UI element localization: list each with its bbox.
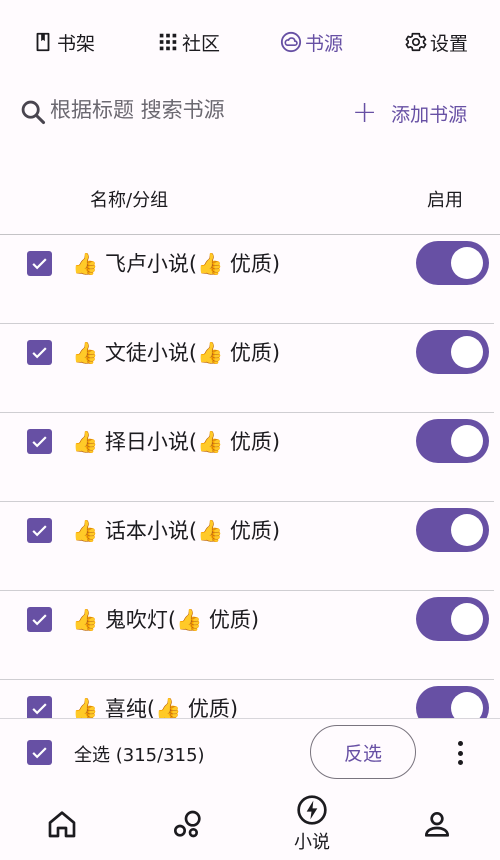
- nav-profile[interactable]: [402, 808, 472, 860]
- list-item[interactable]: 👍 文徒小说(👍 优质): [0, 324, 494, 413]
- list-item[interactable]: 👍 飞卢小说(👍 优质): [0, 235, 494, 324]
- invert-selection-button[interactable]: 反选: [310, 725, 416, 779]
- nav-novel[interactable]: 小说: [277, 794, 347, 860]
- tab-book-source[interactable]: 书源: [280, 22, 343, 62]
- enable-toggle[interactable]: [416, 330, 489, 374]
- check-icon: [32, 614, 47, 626]
- toggle-knob: [451, 692, 483, 718]
- grid-icon: [159, 33, 177, 51]
- toggle-knob: [451, 247, 483, 279]
- add-source-button[interactable]: + 添加书源: [352, 98, 467, 128]
- source-name: 👍 鬼吹灯(👍 优质): [72, 608, 260, 632]
- selection-bar: 全选 (315/315) 反选: [0, 718, 500, 786]
- more-options-icon[interactable]: [448, 737, 472, 769]
- toggle-knob: [451, 425, 483, 457]
- app-screen: 书架 社区 书源 设置 根据标题 搜索书源 + 添加书源 名称/分组 启用 👍 …: [0, 0, 500, 860]
- list-item[interactable]: 👍 喜纯(👍 优质): [0, 680, 494, 718]
- lightning-icon: [297, 795, 327, 825]
- row-checkbox[interactable]: [27, 340, 52, 365]
- add-source-label: 添加书源: [391, 103, 468, 126]
- check-icon: [32, 347, 47, 359]
- enable-toggle[interactable]: [416, 597, 489, 641]
- enable-toggle[interactable]: [416, 241, 489, 285]
- row-checkbox[interactable]: [27, 518, 52, 543]
- tab-book-source-label: 书源: [305, 32, 344, 55]
- home-icon: [48, 811, 76, 838]
- header-enabled: 启用: [427, 190, 463, 211]
- search-icon: [21, 100, 46, 125]
- book-icon: [36, 32, 50, 52]
- list-item[interactable]: 👍 话本小说(👍 优质): [0, 502, 494, 591]
- header-name-group: 名称/分组: [90, 190, 169, 211]
- check-icon: [32, 258, 47, 270]
- tab-settings[interactable]: 设置: [405, 22, 468, 62]
- toggle-knob: [451, 603, 483, 635]
- row-checkbox[interactable]: [27, 696, 52, 718]
- search-row: + 添加书源: [0, 88, 500, 136]
- tab-community-label: 社区: [182, 32, 221, 55]
- check-icon: [32, 525, 47, 537]
- enable-toggle[interactable]: [416, 419, 489, 463]
- source-name: 👍 飞卢小说(👍 优质): [72, 252, 281, 276]
- enable-toggle[interactable]: [416, 686, 489, 718]
- source-name: 👍 择日小说(👍 优质): [72, 430, 281, 454]
- toggle-knob: [451, 514, 483, 546]
- search-input[interactable]: [50, 92, 310, 128]
- list-header: 名称/分组 启用: [0, 184, 500, 214]
- tab-bookshelf-label: 书架: [57, 32, 96, 55]
- check-icon: [32, 436, 47, 448]
- nav-discover[interactable]: [153, 808, 223, 860]
- check-icon: [32, 747, 47, 759]
- source-name: 👍 话本小说(👍 优质): [72, 519, 281, 543]
- list-item[interactable]: 👍 择日小说(👍 优质): [0, 413, 494, 502]
- tab-settings-label: 设置: [430, 32, 469, 55]
- tab-community[interactable]: 社区: [157, 22, 220, 62]
- select-all-checkbox[interactable]: [27, 740, 52, 765]
- select-all-label[interactable]: 全选 (315/315): [74, 741, 205, 767]
- source-name: 👍 文徒小说(👍 优质): [72, 341, 281, 365]
- cloud-icon: [280, 31, 302, 53]
- source-list[interactable]: 👍 飞卢小说(👍 优质) 👍 文徒小说(👍 优质) 👍 择日小说(👍 优质) 👍…: [0, 234, 500, 718]
- enable-toggle[interactable]: [416, 508, 489, 552]
- bubbles-icon: [174, 810, 201, 838]
- list-item[interactable]: 👍 鬼吹灯(👍 优质): [0, 591, 494, 680]
- toggle-knob: [451, 336, 483, 368]
- row-checkbox[interactable]: [27, 251, 52, 276]
- gear-icon: [405, 32, 427, 52]
- row-checkbox[interactable]: [27, 429, 52, 454]
- bottom-navigation: 小说: [0, 786, 500, 860]
- plus-icon: +: [352, 95, 378, 130]
- top-tab-bar: 书架 社区 书源 设置: [0, 22, 500, 62]
- nav-home[interactable]: [27, 808, 97, 860]
- nav-novel-label: 小说: [294, 832, 330, 853]
- person-icon: [425, 812, 449, 837]
- source-name: 👍 喜纯(👍 优质): [72, 697, 239, 718]
- row-checkbox[interactable]: [27, 607, 52, 632]
- check-icon: [32, 703, 47, 715]
- tab-bookshelf[interactable]: 书架: [32, 22, 95, 62]
